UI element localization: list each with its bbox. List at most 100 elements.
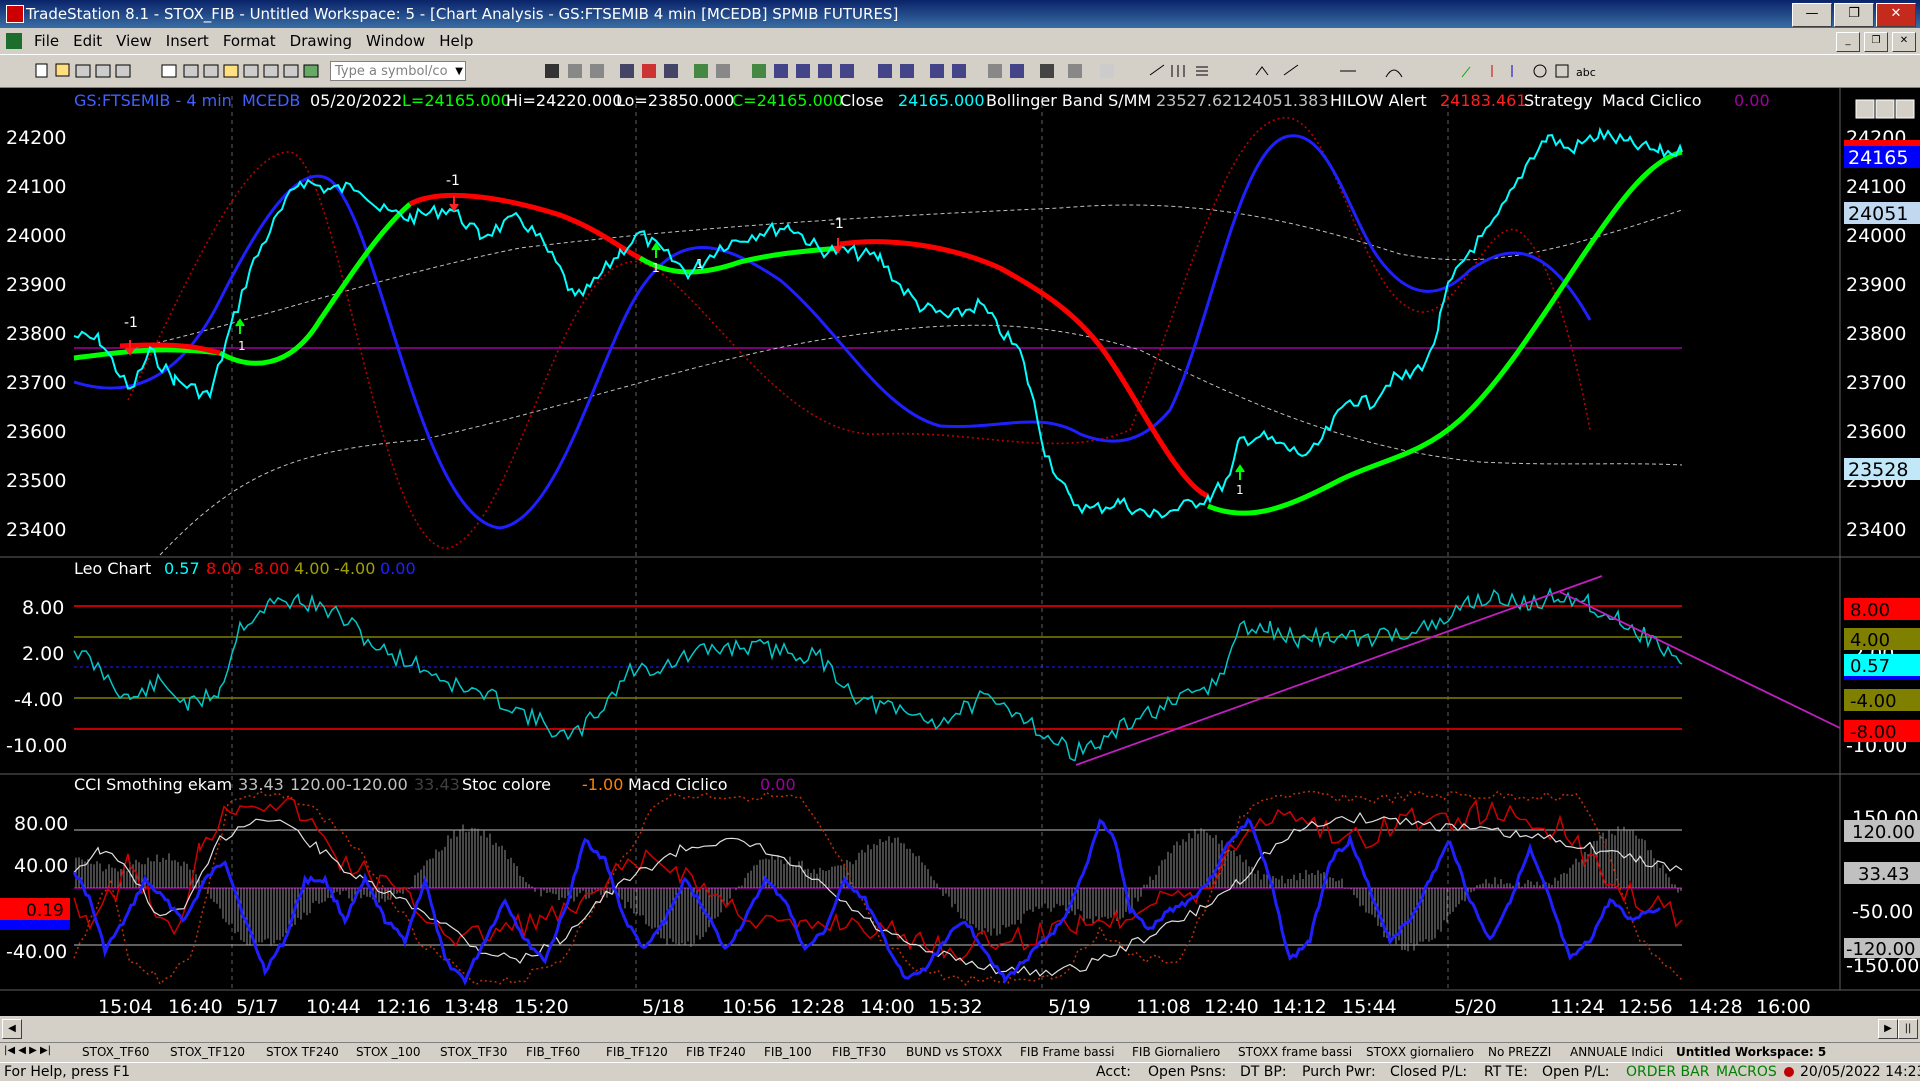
minimize-button[interactable]: — <box>1792 3 1832 27</box>
leo-v6: 0.00 <box>380 559 416 578</box>
price-tick-right: 23800 <box>1846 323 1906 345</box>
menu-file[interactable]: File <box>34 32 59 50</box>
leo-tick: -10.00 <box>6 735 67 757</box>
status-help: For Help, press F1 <box>4 1064 131 1080</box>
time-tick: 10:44 <box>306 996 361 1016</box>
time-tick: 12:40 <box>1204 996 1259 1016</box>
time-tick: 5/17 <box>236 996 279 1016</box>
chart-hi: Hi=24220.000 <box>506 91 622 110</box>
tab-annuale-indici[interactable]: ANNUALE Indici <box>1570 1045 1663 1061</box>
pane-minimize-button[interactable] <box>1855 99 1875 119</box>
tab-stox-tf30[interactable]: STOX_TF30 <box>440 1045 507 1061</box>
svg-text:abc: abc <box>1576 66 1596 79</box>
price-tick-right: 23700 <box>1846 372 1906 394</box>
time-tick: 5/19 <box>1048 996 1091 1016</box>
tab-fib-giornaliero[interactable]: FIB Giornaliero <box>1132 1045 1220 1061</box>
chart-window[interactable]: GS:FTSEMIB - 4 min MCEDB 05/20/2022 L=24… <box>0 88 1920 1016</box>
toolbar: abc Type a symbol/co ▼ <box>0 54 1920 88</box>
tab-stox-100[interactable]: STOX _100 <box>356 1045 421 1061</box>
price-tick: 23700 <box>6 372 66 394</box>
pane-restore-button[interactable] <box>1875 99 1895 119</box>
status-order-bar[interactable]: ORDER BAR <box>1626 1064 1709 1080</box>
chevron-down-icon[interactable]: ▼ <box>455 62 463 82</box>
tab-fib-tf240[interactable]: FIB TF240 <box>686 1045 746 1061</box>
cci-v3: -120.00 <box>346 775 408 794</box>
status-acct: Acct: <box>1096 1064 1131 1080</box>
signal-label: 1 <box>652 261 660 275</box>
leo-v2: 8.00 <box>206 559 242 578</box>
pane-close-button[interactable] <box>1895 99 1915 119</box>
cci-tick-right: -150.00 <box>1846 955 1919 977</box>
price-tick-right: 24100 <box>1846 176 1906 198</box>
time-tick: 15:04 <box>98 996 153 1016</box>
scroll-thumb[interactable]: || <box>1898 1019 1918 1039</box>
time-tick: 15:20 <box>514 996 569 1016</box>
stoc-val: -1.00 <box>582 775 623 794</box>
chart-canvas[interactable]: GS:FTSEMIB - 4 min MCEDB 05/20/2022 L=24… <box>0 88 1920 1016</box>
menu-view[interactable]: View <box>116 32 152 50</box>
time-tick: 16:40 <box>168 996 223 1016</box>
tab-bund-vs-stoxx[interactable]: BUND vs STOXX <box>906 1045 1002 1061</box>
leo-v1: 0.57 <box>164 559 200 578</box>
tab-untitled-workspace[interactable]: Untitled Workspace: 5 <box>1676 1045 1826 1061</box>
tab-fib-frame-bassi[interactable]: FIB Frame bassi <box>1020 1045 1115 1061</box>
time-tick: 15:44 <box>1342 996 1397 1016</box>
mdi-restore-button[interactable]: ❐ <box>1864 32 1888 52</box>
tab-stox-tf60[interactable]: STOX_TF60 <box>82 1045 149 1061</box>
tab-fib-tf60[interactable]: FIB_TF60 <box>526 1045 580 1061</box>
scroll-left-arrow-icon[interactable]: ◀ <box>2 1019 22 1039</box>
price-tick: 23500 <box>6 470 66 492</box>
menu-drawing[interactable]: Drawing <box>290 32 352 50</box>
tab-fib-100[interactable]: FIB_100 <box>764 1045 812 1061</box>
mdi-close-button[interactable]: ✕ <box>1892 32 1916 52</box>
price-tick: 23600 <box>6 421 66 443</box>
chart-lo: Lo=23850.000 <box>616 91 734 110</box>
cci-macd-label: Macd Ciclico <box>628 775 728 794</box>
symbol-input[interactable]: Type a symbol/co ▼ <box>330 61 466 81</box>
price-tag-bb-lower-text: 23528 <box>1848 459 1908 481</box>
menu-window[interactable]: Window <box>366 32 425 50</box>
signal-label: 1 <box>1236 483 1244 497</box>
tab-fib-tf30[interactable]: FIB_TF30 <box>832 1045 886 1061</box>
price-tag-last-text: 24165 <box>1848 147 1908 169</box>
tab-stox-tf240[interactable]: STOX TF240 <box>266 1045 339 1061</box>
tab-stox-tf120[interactable]: STOX_TF120 <box>170 1045 245 1061</box>
scroll-right-arrow-icon[interactable]: ▶ <box>1878 1019 1898 1039</box>
status-closed-pl: Closed P/L: <box>1390 1064 1468 1080</box>
horizontal-scrollbar[interactable]: ◀ ▶ || <box>0 1016 1920 1042</box>
signal-label: 1 <box>696 257 704 271</box>
time-tick: 5/20 <box>1454 996 1497 1016</box>
tab-fib-tf120[interactable]: FIB_TF120 <box>606 1045 668 1061</box>
menu-insert[interactable]: Insert <box>166 32 209 50</box>
status-open-psns: Open Psns: <box>1148 1064 1227 1080</box>
cci-left-tag: 0.19 <box>26 901 64 921</box>
price-tick: 23800 <box>6 323 66 345</box>
mdi-minimize-button[interactable]: _ <box>1836 32 1860 52</box>
tab-stoxx-frame-bassi[interactable]: STOXX frame bassi <box>1238 1045 1352 1061</box>
window-title: TradeStation 8.1 - STOX_FIB - Untitled W… <box>26 5 899 23</box>
maximize-button[interactable]: ❐ <box>1834 3 1874 27</box>
cci-v2: 120.00 <box>290 775 346 794</box>
time-tick: 12:56 <box>1618 996 1673 1016</box>
tab-no-prezzi[interactable]: No PREZZI <box>1488 1045 1551 1061</box>
price-tick-right: 24000 <box>1846 225 1906 247</box>
signal-label: -1 <box>124 315 138 331</box>
tab-nav-arrows-icon[interactable]: |◀ ◀ ▶ ▶| <box>4 1045 51 1061</box>
menu-edit[interactable]: Edit <box>73 32 102 50</box>
signal-label: -1 <box>830 216 844 232</box>
title-bar: TradeStation 8.1 - STOX_FIB - Untitled W… <box>0 0 1920 28</box>
tab-stoxx-giornaliero[interactable]: STOXX giornaliero <box>1366 1045 1474 1061</box>
price-tick: 24200 <box>6 127 66 149</box>
status-macros[interactable]: MACROS <box>1716 1064 1777 1080</box>
bb-label: Bollinger Band S/MM <box>986 91 1151 110</box>
price-tick: 24000 <box>6 225 66 247</box>
symbol-placeholder: Type a symbol/co <box>335 64 448 79</box>
price-tick: 23900 <box>6 274 66 296</box>
price-tick-right: 23900 <box>1846 274 1906 296</box>
connection-status-icon <box>1784 1067 1794 1077</box>
menu-help[interactable]: Help <box>439 32 473 50</box>
menu-format[interactable]: Format <box>223 32 276 50</box>
macd-label: Macd Ciclico <box>1602 91 1702 110</box>
close-button[interactable]: ✕ <box>1876 3 1916 27</box>
stoc-label: Stoc colore <box>462 775 551 794</box>
